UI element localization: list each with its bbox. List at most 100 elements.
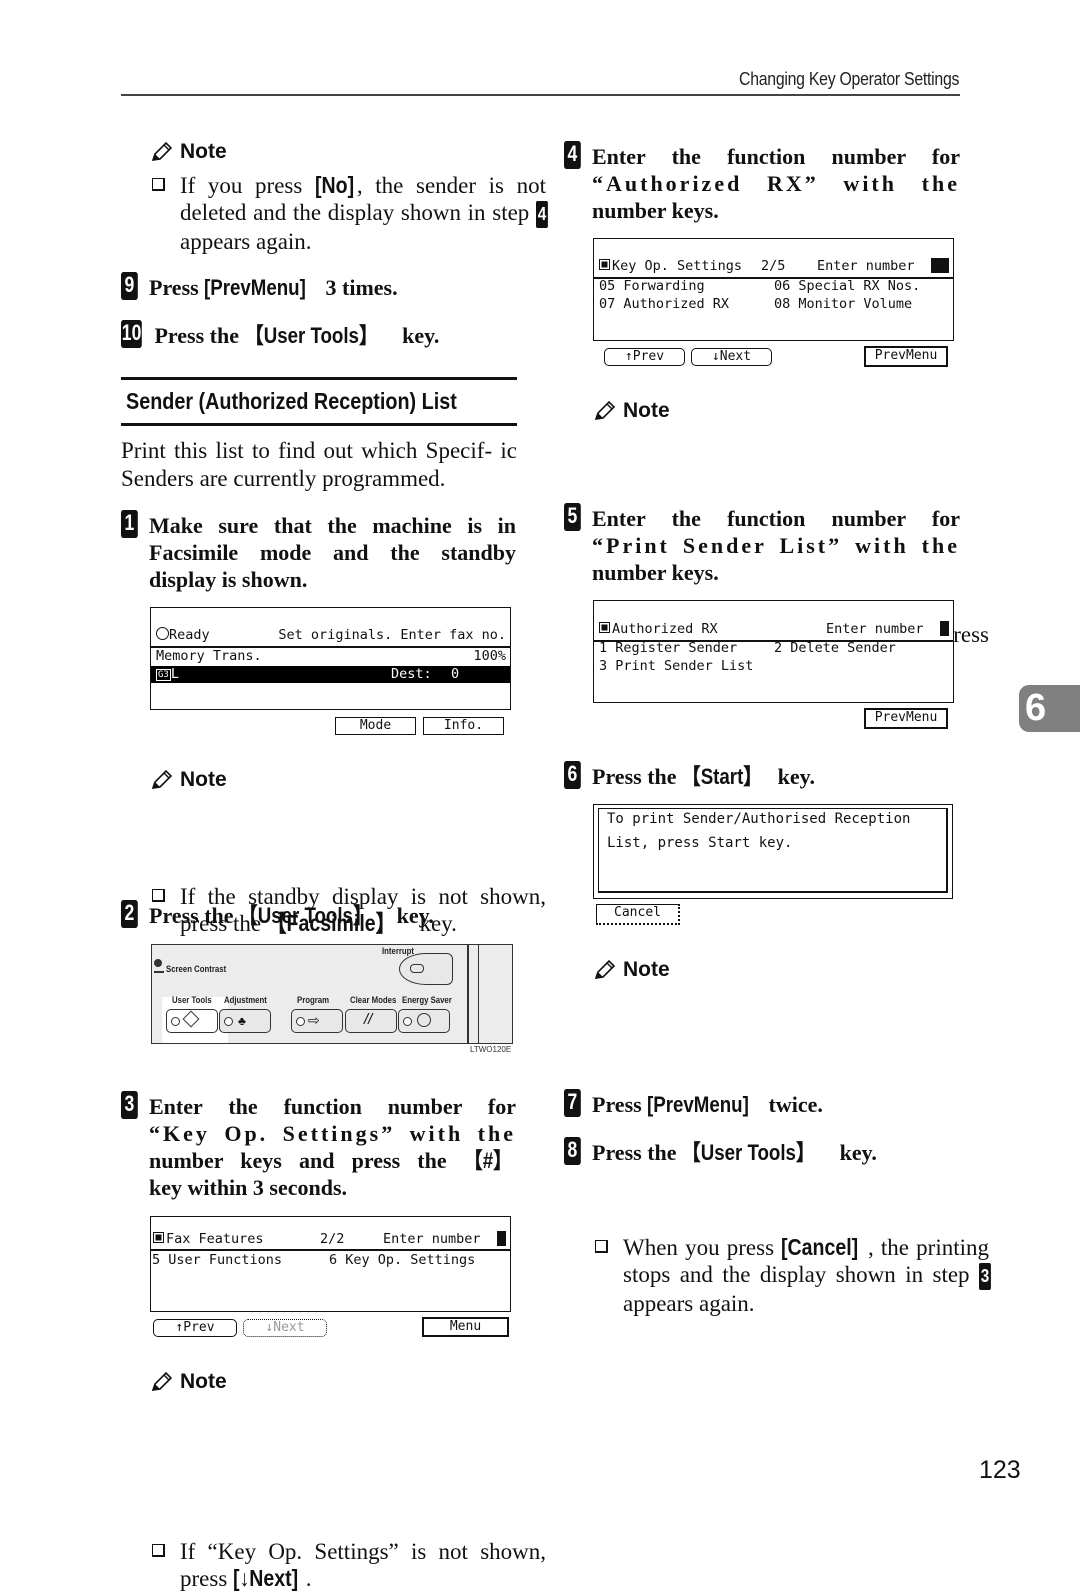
lcd-message-line-1: To print Sender/Authorised Reception (607, 811, 911, 827)
section-rule-top (121, 377, 517, 380)
menu-item-key-op-settings[interactable]: 6 Key Op. Settings (329, 1252, 475, 1269)
menu-item-special-rx-nos[interactable]: 06 Special RX Nos. (774, 278, 920, 295)
step-number-badge: 3 (121, 1091, 138, 1119)
step-1: 1 Make sure that the machine is in Facsi… (121, 510, 516, 593)
prevmenu-key-ref: [PrevMenu] (647, 1092, 750, 1117)
no-key-ref: [No] (314, 172, 355, 198)
checkbox-bullet-icon (152, 178, 165, 191)
input-cursor (497, 1231, 506, 1246)
lcd-scale: 100% (473, 648, 506, 664)
running-header: Changing Key Operator Settings (738, 69, 959, 89)
screen-contrast-label: Screen Contrast (166, 964, 227, 975)
prevmenu-key-ref: [PrevMenu] (204, 275, 307, 300)
lcd-status: Ready (169, 627, 210, 643)
lcd-authorized-rx-display: Authorized RX Enter number 1 Register Sen… (593, 600, 954, 703)
adjustment-label: Adjustment (224, 995, 267, 1006)
menu-item-monitor-volume[interactable]: 08 Monitor Volume (774, 296, 912, 313)
menu-item-authorized-rx[interactable]: 07 Authorized RX (599, 296, 729, 312)
mode-button[interactable]: Mode (335, 717, 416, 735)
step-7: 7 Press [PrevMenu] twice. (564, 1089, 960, 1118)
program-arrow-icon: ⇨ (308, 1012, 320, 1028)
g3-line-icon: G3 (156, 669, 171, 681)
lcd-prompt: Enter number (817, 258, 915, 274)
menu-item-print-sender-list[interactable]: 3 Print Sender List (599, 658, 753, 674)
checkbox-bullet-icon (595, 1240, 608, 1253)
section-title: Sender (Authorized Reception) List (126, 388, 457, 414)
program-key[interactable]: ⇨ (291, 1009, 343, 1033)
next-button[interactable]: ↓Next (691, 348, 772, 366)
step-number-badge: 9 (121, 272, 138, 300)
input-cursor (940, 621, 949, 636)
step-ref-badge: 4 (535, 201, 548, 228)
prev-button[interactable]: ↑Prev (153, 1319, 237, 1337)
pencil-icon (151, 1371, 173, 1391)
lcd-fax-features-display: Fax Features 2/2 Enter number 5 User Funct… (150, 1216, 511, 1312)
pencil-icon (151, 769, 173, 789)
note-heading: Note (593, 958, 670, 982)
step-3: 3 Enter the function number for “Key Op.… (121, 1091, 516, 1201)
pencil-icon (594, 400, 616, 420)
figure-id: LTWO120E (470, 1045, 512, 1054)
user-tools-key-ref: 【User Tools】 (244, 323, 378, 348)
step-9: 9 Press [PrevMenu] 3 times. (121, 272, 516, 301)
lcd-title: Authorized RX (612, 621, 718, 637)
menu-square-icon (599, 259, 610, 270)
prevmenu-button[interactable]: PrevMenu (864, 346, 948, 367)
screen-contrast-icon (154, 959, 164, 973)
user-tools-label: User Tools (172, 995, 212, 1006)
step-8: 8 Press the 【User Tools】 key. (564, 1137, 960, 1166)
lcd-page: 2/2 (320, 1231, 345, 1247)
program-label: Program (297, 995, 330, 1006)
adjustment-key[interactable]: ♣ (219, 1009, 271, 1033)
step-number-badge: 2 (121, 900, 138, 928)
checkbox-bullet-icon (152, 1544, 165, 1557)
cancel-button[interactable]: Cancel (596, 904, 680, 925)
menu-item-register-sender[interactable]: 1 Register Sender (599, 640, 737, 656)
header-rule (121, 94, 960, 96)
lcd-mode: Memory Trans. (156, 648, 262, 664)
note-text: If “Key Op. Settings” is not shown, pres… (150, 1538, 546, 1592)
lcd-title: Key Op. Settings (612, 258, 743, 274)
menu-item-forwarding[interactable]: 05 Forwarding (599, 278, 705, 294)
user-tools-key-ref: 【User Tools】 (682, 1140, 815, 1165)
prev-button[interactable]: ↑Prev (604, 348, 685, 366)
energy-saver-label: Energy Saver (402, 995, 452, 1006)
dest-value: 0 (451, 666, 460, 682)
lcd-page: 2/5 (761, 258, 786, 274)
note-heading: Note (150, 1370, 227, 1394)
prevmenu-button[interactable]: PrevMenu (864, 708, 948, 729)
step-number-badge: 10 (121, 320, 143, 348)
menu-square-icon (153, 1232, 164, 1243)
lcd-prompt: Enter number (383, 1231, 481, 1247)
lcd-key-op-settings-display: Key Op. Settings 2/5 Enter number 05 Forwa… (593, 238, 954, 341)
step-6: 6 Press the 【Start】 key. (564, 761, 960, 790)
user-tools-key[interactable] (166, 1009, 218, 1033)
lcd-message-line-2: List, press Start key. (607, 835, 793, 851)
menu-button[interactable]: Menu (422, 1317, 509, 1337)
energy-saver-key[interactable] (398, 1009, 450, 1033)
step-number-badge: 6 (564, 761, 581, 789)
menu-item-delete-sender[interactable]: 2 Delete Sender (774, 640, 896, 657)
user-tools-key-ref: 【User Tools】 (239, 903, 372, 928)
energy-saver-icon (417, 1013, 431, 1027)
control-panel-illustration: Screen Contrast Interrupt User Tools Adj… (151, 944, 513, 1044)
ready-circle-icon (156, 627, 169, 640)
step-4: 4 Enter the function number for “Authori… (564, 141, 960, 224)
step-number-badge: 8 (564, 1137, 581, 1165)
lcd-standby-display: Ready Set originals. Enter fax no. Memory… (150, 607, 511, 710)
user-tools-icon (182, 1010, 200, 1028)
clear-modes-icon: // (364, 1011, 373, 1028)
lcd-title: Fax Features (166, 1231, 264, 1247)
start-key-ref: 【Start】 (682, 764, 763, 789)
clear-modes-key[interactable]: // (345, 1009, 397, 1033)
intro-paragraph: Print this list to find out which Specif… (121, 438, 517, 491)
step-number-badge: 7 (564, 1089, 581, 1117)
info-button[interactable]: Info. (423, 717, 504, 735)
menu-item-user-functions[interactable]: 5 User Functions (152, 1252, 282, 1268)
dest-label: Dest: (391, 666, 432, 682)
interrupt-key[interactable] (399, 953, 453, 985)
step-2: 2 Press the 【User Tools】 key. (121, 900, 516, 929)
note-heading: Note (593, 399, 670, 423)
cancel-key-ref: [Cancel] (781, 1234, 859, 1260)
hash-key-ref: 【#】 (463, 1148, 512, 1173)
